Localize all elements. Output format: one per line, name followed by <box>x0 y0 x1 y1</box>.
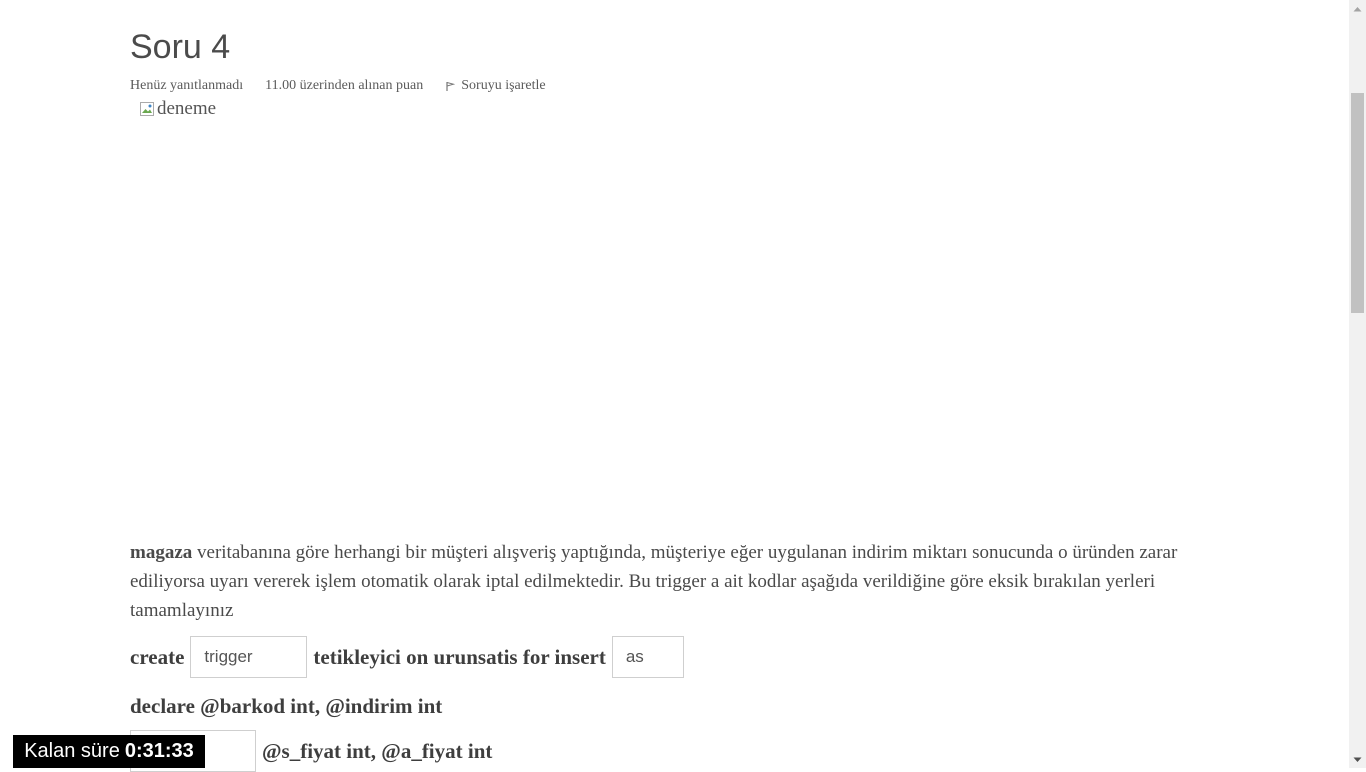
code-line-1: create tetikleyici on urunsatis for inse… <box>130 636 684 678</box>
image-alt-text: deneme <box>157 98 217 119</box>
blank-input-1[interactable] <box>190 636 308 678</box>
flag-question-label: Soruyu işaretle <box>461 78 546 93</box>
question-text: magaza veritabanına göre herhangi bir mü… <box>130 538 1220 625</box>
timer-label: Kalan süre <box>24 740 120 762</box>
code-line-2: declare @barkod int, @indirim int <box>130 690 442 722</box>
code-trigger-definition: tetikleyici on urunsatis for insert <box>313 644 606 669</box>
timer-value: 0:31:33 <box>124 740 194 762</box>
scroll-up-arrow-icon[interactable] <box>1349 0 1366 17</box>
flag-icon <box>446 81 456 91</box>
question-grade: 11.00 üzerinden alınan puan <box>265 78 424 93</box>
broken-image-icon <box>140 102 154 116</box>
scroll-down-arrow-icon[interactable] <box>1349 751 1366 768</box>
question-text-keyword: magaza <box>130 542 193 563</box>
code-variables-statement: @s_fiyat int, @a_fiyat int <box>262 738 493 763</box>
code-create-keyword: create <box>130 644 185 669</box>
question-info: Henüz yanıtlanmadı 11.00 üzerinden alına… <box>130 76 546 96</box>
vertical-scrollbar[interactable] <box>1349 0 1366 768</box>
scrollbar-thumb[interactable] <box>1351 93 1364 313</box>
remaining-time-timer: Kalan süre 0:31:33 <box>13 735 205 768</box>
question-title: Soru 4 <box>130 28 231 66</box>
blank-input-2[interactable] <box>611 636 684 678</box>
question-text-body: veritabanına göre herhangi bir müşteri a… <box>130 542 1178 621</box>
question-state: Henüz yanıtlanmadı <box>130 78 244 93</box>
flag-question-link[interactable]: Soruyu işaretle <box>445 78 546 94</box>
code-declare-statement: declare @barkod int, @indirim int <box>130 693 443 718</box>
question-image: deneme <box>139 98 216 120</box>
